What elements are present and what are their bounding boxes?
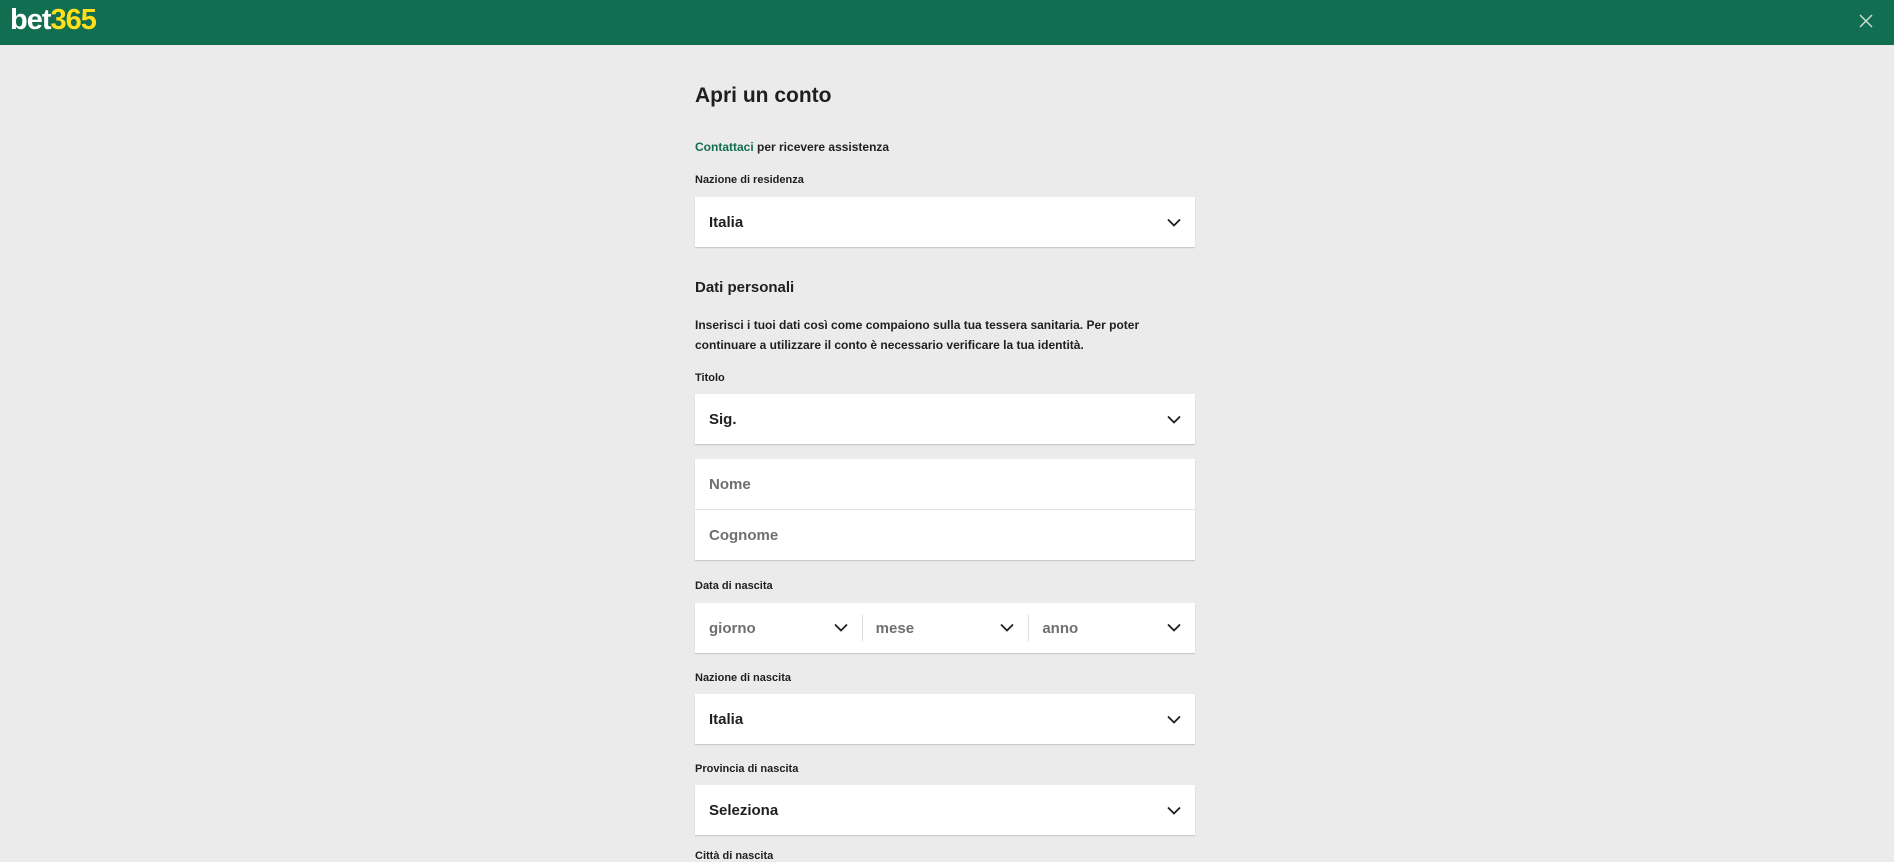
birth-day-placeholder: giorno	[709, 619, 756, 637]
birth-year-placeholder: anno	[1042, 619, 1079, 637]
birth-province-value: Seleziona	[709, 801, 779, 819]
residence-country-select[interactable]: Italia	[695, 197, 1195, 247]
title-value: Sig.	[709, 410, 737, 428]
personal-data-heading: Dati personali	[695, 279, 795, 296]
birth-province-label: Provincia di nascita	[695, 763, 799, 775]
first-name-input[interactable]	[695, 459, 1195, 509]
birth-city-label: Città di nascita	[695, 850, 774, 862]
chevron-down-icon	[1167, 619, 1181, 637]
logo-text-bet: bet	[10, 4, 51, 36]
name-fields-group	[695, 459, 1195, 560]
top-bar: bet365	[0, 0, 1894, 45]
residence-country-label: Nazione di residenza	[695, 174, 804, 186]
birth-day-select[interactable]: giorno	[695, 603, 862, 653]
contact-link[interactable]: Contattaci	[695, 140, 754, 154]
birth-date-row: giorno mese anno	[695, 603, 1195, 653]
birth-country-select[interactable]: Italia	[695, 694, 1195, 744]
last-name-input[interactable]	[695, 510, 1195, 560]
bet365-logo: bet365	[10, 4, 97, 36]
logo-text-365: 365	[50, 4, 97, 36]
chevron-down-icon	[1167, 803, 1181, 817]
residence-country-value: Italia	[709, 213, 744, 231]
help-text: per ricevere assistenza	[753, 140, 890, 154]
chevron-down-icon	[1167, 712, 1181, 726]
chevron-down-icon	[1167, 215, 1181, 229]
title-label: Titolo	[695, 372, 725, 384]
chevron-down-icon	[1000, 619, 1014, 637]
birth-province-select[interactable]: Seleziona	[695, 785, 1195, 835]
birth-month-select[interactable]: mese	[861, 603, 1029, 653]
chevron-down-icon	[834, 619, 848, 637]
close-icon	[1859, 14, 1873, 27]
close-button[interactable]	[1856, 11, 1876, 31]
birth-date-label: Data di nascita	[695, 580, 773, 592]
page-title: Apri un conto	[695, 84, 832, 107]
birth-month-placeholder: mese	[875, 619, 915, 637]
birth-year-select[interactable]: anno	[1028, 603, 1195, 653]
help-line: Contattaci per ricevere assistenza	[695, 140, 889, 154]
title-select[interactable]: Sig.	[695, 394, 1195, 444]
chevron-down-icon	[1167, 412, 1181, 426]
birth-country-label: Nazione di nascita	[695, 672, 791, 684]
birth-country-value: Italia	[709, 710, 744, 728]
personal-data-intro: Inserisci i tuoi dati così come compaion…	[695, 318, 1140, 352]
